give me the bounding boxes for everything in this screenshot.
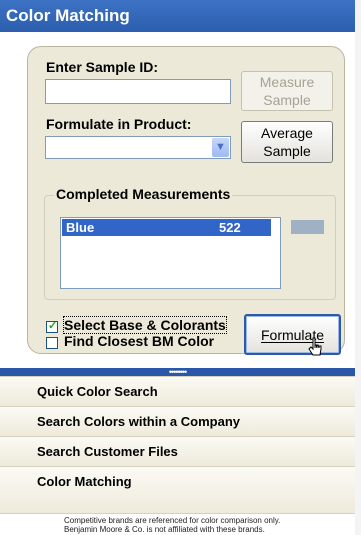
sample-id-label: Enter Sample ID: [46, 59, 159, 75]
color-swatch [291, 220, 324, 234]
panel-splitter[interactable]: •••••••• [0, 368, 355, 377]
right-edge [355, 0, 361, 535]
product-label: Formulate in Product: [46, 116, 192, 132]
measure-sample-button[interactable]: Measure Sample [241, 71, 333, 111]
formulate-button[interactable]: Formulate [244, 314, 341, 355]
product-select[interactable]: ▼ [45, 136, 231, 159]
measurements-list[interactable]: Blue 522 [60, 217, 281, 289]
color-matching-pane: Enter Sample ID: Measure Sample Formulat… [0, 32, 355, 368]
chevron-down-icon[interactable]: ▼ [212, 138, 229, 157]
nav-item-color-matching[interactable]: Color Matching [0, 466, 355, 513]
nav-item-quick-color-search[interactable]: Quick Color Search [0, 376, 355, 406]
list-item[interactable]: Blue 522 [62, 219, 271, 236]
disclaimer-footer: Competitive brands are referenced for co… [0, 513, 355, 535]
checkmark-icon: ✓ [48, 320, 58, 332]
disclaimer-line-1: Competitive brands are referenced for co… [64, 516, 281, 525]
select-base-label[interactable]: Select Base & Colorants [63, 316, 227, 334]
disclaimer-line-2: Benjamin Moore & Co. is not affiliated w… [64, 525, 265, 534]
nav-item-search-customer-files[interactable]: Search Customer Files [0, 436, 355, 466]
mouse-cursor-icon [308, 337, 322, 356]
color-matching-panel: Enter Sample ID: Measure Sample Formulat… [27, 46, 345, 356]
select-base-checkbox[interactable]: ✓ [46, 320, 58, 333]
sample-id-input[interactable] [45, 79, 231, 104]
window-title: Color Matching [0, 0, 355, 32]
completed-measurements-group: Completed Measurements Blue 522 [44, 186, 336, 300]
measurement-name: Blue [66, 220, 95, 235]
find-closest-checkbox[interactable] [46, 337, 58, 349]
completed-measurements-label: Completed Measurements [54, 186, 233, 202]
find-closest-label[interactable]: Find Closest BM Color [64, 333, 214, 349]
average-sample-button[interactable]: Average Sample [241, 121, 333, 163]
nav-item-search-colors-company[interactable]: Search Colors within a Company [0, 406, 355, 436]
measurement-value: 522 [219, 220, 241, 235]
